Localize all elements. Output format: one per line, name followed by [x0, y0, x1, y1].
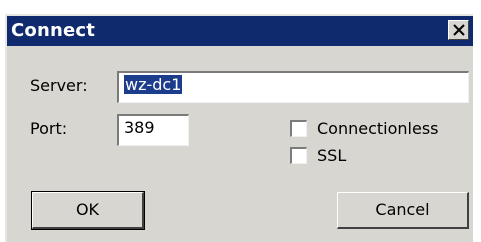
- ssl-checkbox[interactable]: [290, 147, 307, 164]
- ssl-label[interactable]: SSL: [317, 146, 346, 166]
- title-bar[interactable]: Connect: [7, 16, 473, 46]
- cancel-button[interactable]: Cancel: [337, 192, 469, 229]
- port-label: Port:: [30, 119, 68, 138]
- port-input[interactable]: 389: [117, 114, 189, 146]
- close-button[interactable]: [448, 20, 469, 40]
- port-input-value: 389: [124, 118, 155, 137]
- server-input-value: wz-dc1: [124, 75, 183, 94]
- server-input[interactable]: wz-dc1: [117, 71, 469, 103]
- dialog-title: Connect: [11, 20, 96, 41]
- connectionless-label[interactable]: Connectionless: [317, 119, 439, 139]
- ok-button[interactable]: OK: [31, 191, 145, 230]
- connect-dialog: Connect Server: wz-dc1 Port: 389 Connect…: [5, 14, 473, 242]
- close-icon: [453, 24, 465, 36]
- connectionless-checkbox[interactable]: [290, 120, 307, 137]
- server-label: Server:: [30, 76, 88, 95]
